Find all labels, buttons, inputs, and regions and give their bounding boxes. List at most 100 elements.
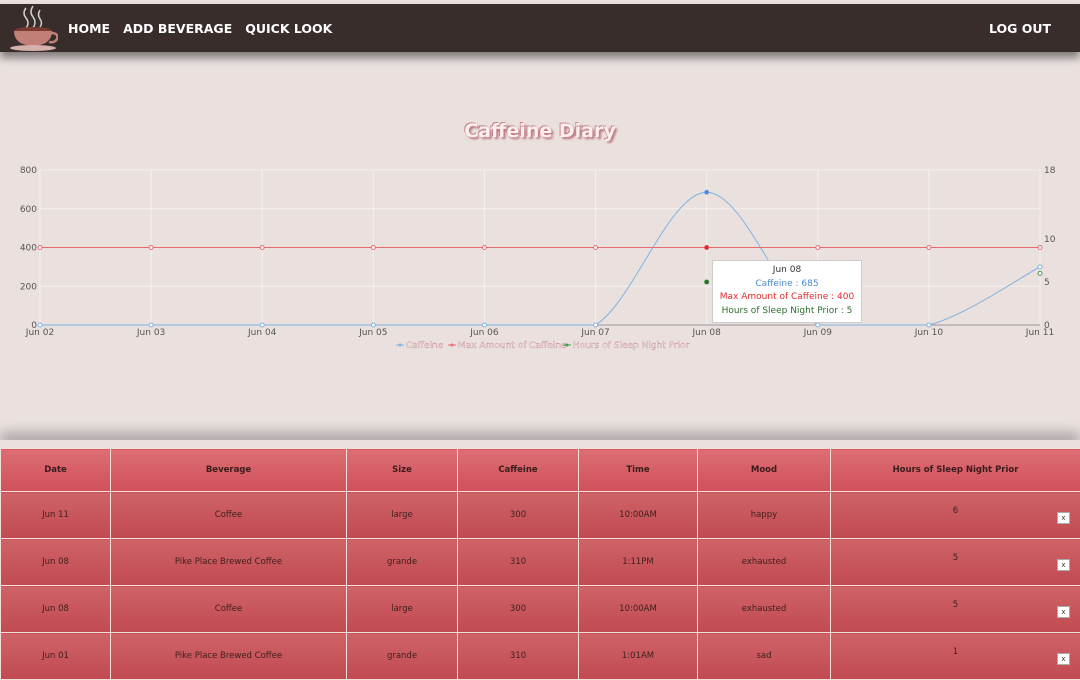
table-header-row: Date Beverage Size Caffeine Time Mood Ho… (1, 449, 1080, 492)
cell-caffeine: 310 (458, 633, 579, 680)
coffee-cup-icon[interactable] (6, 4, 58, 52)
cell-time: 10:00AM (579, 492, 698, 539)
cell-time: 10:00AM (579, 586, 698, 633)
cell-sleep: 5 x (831, 586, 1080, 633)
cell-beverage: Pike Place Brewed Coffee (111, 633, 347, 680)
cell-time: 1:11PM (579, 539, 698, 586)
y-left-tick-label: 400 (20, 244, 37, 254)
sleep-value: 5 (953, 600, 958, 610)
nav-quick-look-link[interactable]: QUICK LOOK (245, 21, 332, 36)
y-left-tick-label: 200 (20, 282, 37, 292)
cell-caffeine: 300 (458, 586, 579, 633)
legend-swatch-dot (399, 344, 402, 347)
sleep-value: 5 (953, 553, 958, 563)
cell-mood: exhausted (698, 586, 831, 633)
tooltip-max-caffeine: Max Amount of Caffeine : 400 (713, 291, 861, 305)
series-point-1 (927, 246, 931, 250)
sleep-value: 6 (953, 506, 958, 516)
series-line-0 (40, 192, 1040, 325)
delete-row-button[interactable]: x (1057, 606, 1070, 618)
header-mood: Mood (698, 449, 831, 492)
x-tick-label: Jun 04 (247, 328, 277, 338)
table-row: Jun 08 Pike Place Brewed Coffee grande 3… (1, 539, 1080, 586)
cell-sleep: 6 x (831, 492, 1080, 539)
cell-date: Jun 01 (1, 633, 111, 680)
cell-size: grande (347, 633, 458, 680)
cell-caffeine: 310 (458, 539, 579, 586)
cell-beverage: Coffee (111, 586, 347, 633)
page-title: Caffeine Diary (0, 120, 1080, 142)
x-tick-label: Jun 11 (1025, 328, 1054, 338)
sleep-value: 1 (953, 647, 958, 657)
header-size: Size (347, 449, 458, 492)
top-navbar: HOME ADD BEVERAGE QUICK LOOK LOG OUT (0, 4, 1080, 52)
y-right-tick-label: 18 (1044, 166, 1056, 176)
series-point-1 (38, 246, 42, 250)
x-tick-label: Jun 02 (25, 328, 54, 338)
active-point-sleep (705, 280, 709, 284)
legend-swatch-dot (566, 344, 569, 347)
tooltip-sleep: Hours of Sleep Night Prior : 5 (713, 305, 861, 319)
y-left-tick-label: 600 (20, 205, 37, 215)
x-tick-label: Jun 10 (914, 328, 944, 338)
cell-mood: sad (698, 633, 831, 680)
cell-date: Jun 08 (1, 539, 111, 586)
header-time: Time (579, 449, 698, 492)
series-point-0 (371, 323, 375, 327)
series-point-0 (1038, 265, 1042, 269)
series-point-2 (1038, 271, 1042, 275)
y-right-tick-label: 10 (1044, 235, 1056, 245)
series-point-1 (149, 246, 153, 250)
x-tick-label: Jun 08 (691, 328, 721, 338)
legend-label: Caffeine (406, 341, 444, 351)
header-caffeine: Caffeine (458, 449, 579, 492)
delete-row-button[interactable]: x (1057, 559, 1070, 571)
cell-time: 1:01AM (579, 633, 698, 680)
active-point-caffeine (705, 190, 709, 194)
x-tick-label: Jun 07 (580, 328, 609, 338)
legend-swatch-dot (451, 344, 454, 347)
series-point-0 (816, 323, 820, 327)
logout-link[interactable]: LOG OUT (989, 21, 1051, 36)
table-row: Jun 11 Coffee large 300 10:00AM happy 6 … (1, 492, 1080, 539)
delete-row-button[interactable]: x (1057, 512, 1070, 524)
cell-date: Jun 08 (1, 586, 111, 633)
cell-beverage: Pike Place Brewed Coffee (111, 539, 347, 586)
beverage-table: Date Beverage Size Caffeine Time Mood Ho… (0, 448, 1080, 680)
x-tick-label: Jun 09 (803, 328, 833, 338)
legend-label: Max Amount of Caffeine (458, 341, 567, 351)
series-point-1 (260, 246, 264, 250)
cell-beverage: Coffee (111, 492, 347, 539)
x-tick-label: Jun 05 (358, 328, 387, 338)
cell-mood: happy (698, 492, 831, 539)
table-row: Jun 08 Coffee large 300 10:00AM exhauste… (1, 586, 1080, 633)
delete-row-button[interactable]: x (1057, 653, 1070, 665)
nav-add-beverage-link[interactable]: ADD BEVERAGE (123, 21, 232, 36)
series-point-1 (482, 246, 486, 250)
table-row: Jun 01 Pike Place Brewed Coffee grande 3… (1, 633, 1080, 680)
series-point-0 (594, 323, 598, 327)
cell-mood: exhausted (698, 539, 831, 586)
tooltip-caffeine: Caffeine : 685 (713, 278, 861, 292)
series-point-1 (1038, 246, 1042, 250)
cell-date: Jun 11 (1, 492, 111, 539)
cell-size: grande (347, 539, 458, 586)
y-left-tick-label: 800 (20, 166, 37, 176)
series-point-0 (260, 323, 264, 327)
series-point-1 (371, 246, 375, 250)
cell-size: large (347, 586, 458, 633)
series-point-1 (816, 246, 820, 250)
y-right-tick-label: 0 (1044, 321, 1050, 331)
y-right-tick-label: 5 (1044, 278, 1050, 288)
chart-tooltip: Jun 08 Caffeine : 685 Max Amount of Caff… (712, 260, 862, 323)
tooltip-date: Jun 08 (713, 264, 861, 278)
header-beverage: Beverage (111, 449, 347, 492)
nav-home-link[interactable]: HOME (68, 21, 110, 36)
series-point-0 (38, 323, 42, 327)
series-point-1 (594, 246, 598, 250)
caffeine-chart: 0 200 400 600 800 Jun 02 Jun 03 Jun 04 Jun 05 Jun… (0, 160, 1080, 360)
cell-caffeine: 300 (458, 492, 579, 539)
series-point-0 (927, 323, 931, 327)
series-point-0 (482, 323, 486, 327)
x-tick-label: Jun 03 (136, 328, 165, 338)
